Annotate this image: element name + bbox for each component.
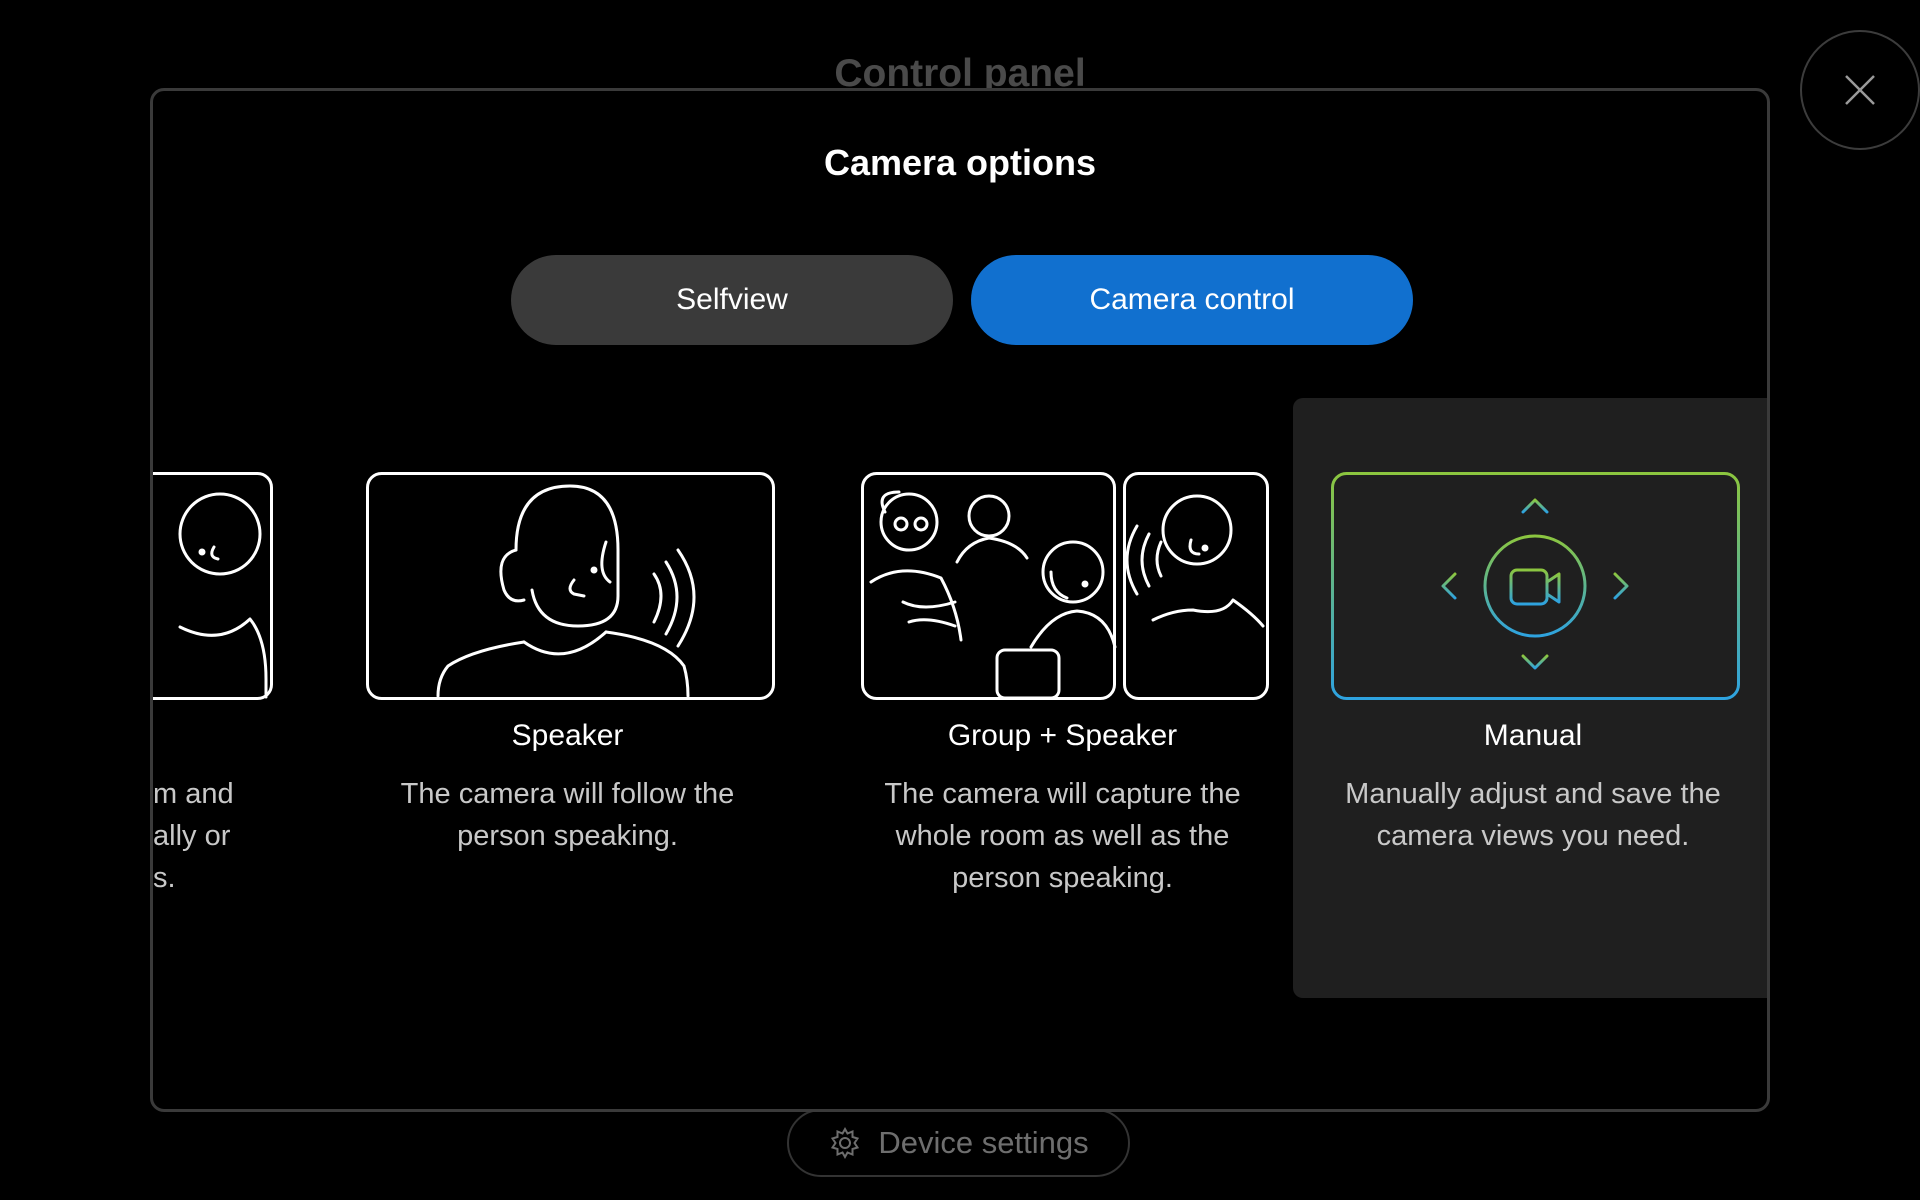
- device-settings-label: Device settings: [878, 1125, 1089, 1160]
- chevron-left-icon: [1441, 572, 1457, 600]
- card-description: Manually adjust and save the camera view…: [1345, 778, 1721, 852]
- tab-selfview[interactable]: Selfview: [511, 255, 953, 345]
- manual-camera-illustration-icon: [1331, 472, 1740, 700]
- close-button[interactable]: [1800, 30, 1920, 150]
- dialog-title: Camera options: [823, 142, 1097, 183]
- group-speaker-illustration-icon: [861, 472, 1269, 700]
- chevron-right-icon: [1613, 572, 1629, 600]
- device-settings-button[interactable]: Device settings: [787, 1109, 1130, 1177]
- camera-mode-card-group-speaker[interactable]: Group + Speaker The camera will capture …: [823, 398, 1302, 998]
- close-icon: [1845, 75, 1875, 105]
- chevron-down-icon: [1521, 654, 1549, 670]
- card-label: Manual: [1483, 719, 1583, 752]
- chevron-up-icon: [1521, 498, 1549, 514]
- camera-options-dialog: Camera options Selfview Camera control m…: [150, 88, 1770, 1112]
- card-description: m and ally or s.: [153, 778, 234, 894]
- card-label: Group + Speaker: [947, 719, 1178, 752]
- camera-mode-card-speaker[interactable]: Speaker The camera will follow the perso…: [328, 398, 807, 998]
- person-illustration-icon: [153, 472, 273, 700]
- camera-mode-card-partial[interactable]: m and ally or s.: [153, 398, 305, 998]
- card-description: The camera will follow the person speaki…: [400, 778, 735, 852]
- gear-icon: [831, 1126, 860, 1160]
- camera-icon: [1509, 568, 1549, 606]
- card-description: The camera will capture the whole room a…: [884, 778, 1241, 894]
- camera-mode-card-manual[interactable]: Manual Manually adjust and save the came…: [1293, 398, 1767, 998]
- card-label: Speaker: [511, 719, 624, 752]
- tab-camera-control[interactable]: Camera control: [971, 255, 1413, 345]
- speaker-illustration-icon: [366, 472, 775, 700]
